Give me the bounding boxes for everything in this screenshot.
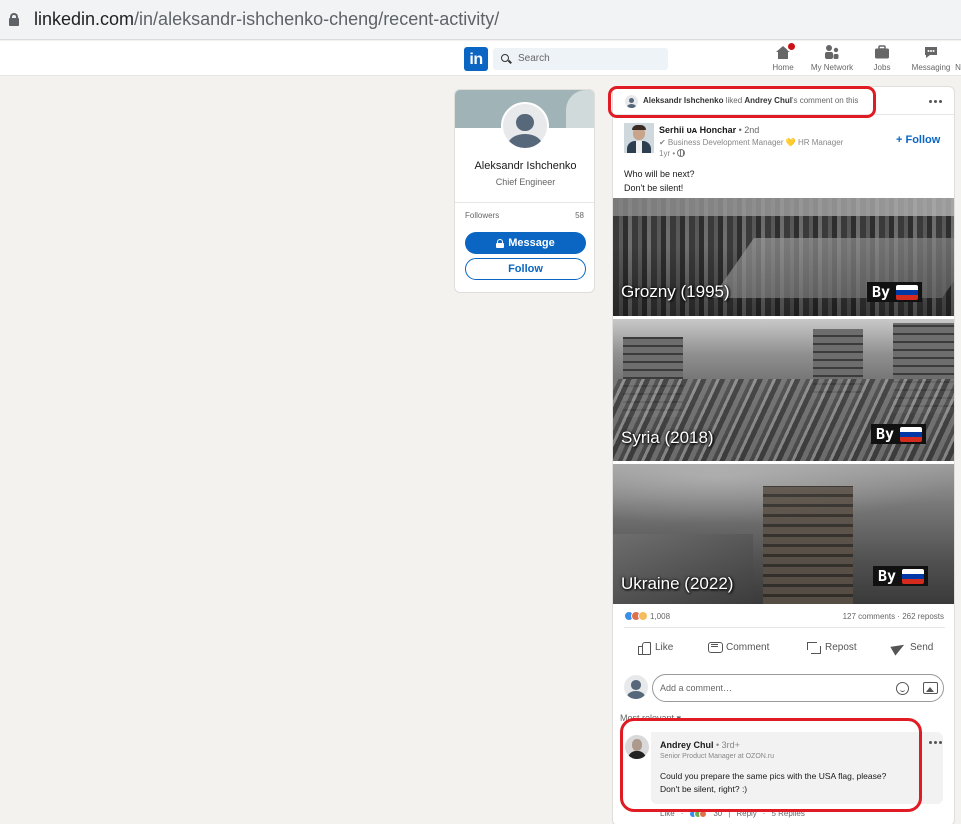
reactions-icon[interactable]	[689, 809, 708, 818]
send-icon	[892, 641, 905, 654]
comment-icon	[708, 641, 723, 654]
message-button[interactable]: Message	[465, 232, 586, 254]
comment-text: Could you prepare the same pics with the…	[660, 771, 887, 794]
russian-flag-icon	[902, 568, 925, 584]
briefcase-icon	[874, 44, 890, 60]
comment-placeholder: Add a comment…	[660, 683, 733, 693]
emoji-icon[interactable]	[896, 682, 909, 695]
top-nav: in Search Home My Network Jobs Messaging…	[0, 41, 961, 76]
image-tag: By	[873, 566, 929, 586]
like-icon	[637, 641, 651, 655]
post-actions: Like Comment Repost Send	[613, 638, 954, 660]
search-placeholder: Search	[518, 53, 550, 64]
comment: Andrey Chul • 3rd+ Senior Product Manage…	[651, 732, 943, 804]
post-author-headline: ✔ Business Development Manager 💛 HR Mana…	[659, 138, 844, 147]
replies-count[interactable]: 5 Replies	[771, 809, 804, 818]
profile-card: Aleksandr Ishchenko Chief Engineer Follo…	[454, 89, 595, 293]
lock-icon	[496, 238, 505, 248]
commenter-headline: Senior Product Manager at OZON.ru	[660, 753, 774, 760]
more-options-icon[interactable]	[929, 100, 942, 103]
home-icon	[775, 41, 797, 60]
post-image[interactable]: Grozny (1995) By	[613, 198, 954, 316]
image-caption: Ukraine (2022)	[621, 574, 734, 593]
nav-messaging[interactable]: Messaging	[909, 44, 953, 74]
image-tag: By	[867, 282, 923, 302]
repost-icon	[807, 641, 821, 654]
comment-button[interactable]: Comment	[708, 641, 769, 654]
post-image[interactable]: Syria (2018) By	[613, 319, 954, 461]
nav-jobs[interactable]: Jobs	[868, 44, 896, 74]
comment-more-icon[interactable]	[929, 741, 942, 744]
viewer-avatar	[624, 675, 648, 699]
comments-reposts-count[interactable]: 127 comments · 262 reposts	[843, 612, 944, 621]
linkedin-logo[interactable]: in	[464, 47, 488, 71]
repost-button[interactable]: Repost	[807, 641, 857, 654]
like-button[interactable]: Like	[637, 641, 673, 655]
profile-title: Chief Engineer	[495, 177, 556, 187]
comment-like-button[interactable]: Like	[660, 809, 675, 818]
post-stats: 1,008 127 comments · 262 reposts	[613, 609, 954, 625]
commenter-name[interactable]: Andrey Chul • 3rd+	[660, 740, 740, 750]
network-icon	[824, 44, 840, 60]
post-author-name[interactable]: Serhii ᴜᴀ Honchar • 2nd	[659, 125, 759, 135]
browser-address-bar[interactable]: linkedin.com/in/aleksandr-ishchenko-chen…	[0, 0, 961, 40]
globe-icon	[677, 149, 686, 157]
divider	[455, 202, 594, 203]
follow-button[interactable]: Follow	[465, 258, 586, 280]
activity-header: Aleksandr Ishchenko liked Andrey Chul's …	[613, 87, 954, 115]
nav-home[interactable]: Home	[770, 41, 797, 74]
commenter-avatar[interactable]	[625, 735, 649, 759]
image-caption: Syria (2018)	[621, 428, 714, 447]
followers-count: 58	[575, 211, 584, 220]
reply-button[interactable]: Reply	[736, 809, 756, 818]
image-icon[interactable]	[923, 682, 938, 694]
russian-flag-icon	[896, 284, 919, 300]
search-input[interactable]: Search	[493, 48, 668, 70]
messaging-icon	[923, 44, 939, 60]
image-caption: Grozny (1995)	[621, 282, 730, 301]
nav-my-network[interactable]: My Network	[806, 44, 858, 74]
russian-flag-icon	[900, 426, 923, 442]
author-avatar[interactable]	[624, 123, 654, 153]
sort-dropdown[interactable]: Most relevant ▾	[620, 713, 681, 724]
profile-avatar[interactable]	[501, 102, 549, 150]
image-tag: By	[871, 424, 927, 444]
reactions-count[interactable]: 1,008	[650, 612, 670, 621]
comment-footer: Like · 30 | Reply · 5 Replies	[660, 809, 805, 818]
divider	[624, 627, 945, 628]
post-image[interactable]: Ukraine (2022) By	[613, 464, 954, 604]
notification-badge	[786, 41, 797, 52]
lock-icon	[9, 13, 19, 26]
comment-input[interactable]: Add a comment…	[652, 674, 944, 702]
followers-label: Followers	[465, 211, 500, 220]
profile-name[interactable]: Aleksandr Ishchenko	[455, 160, 594, 172]
feed-post-card: Aleksandr Ishchenko liked Andrey Chul's …	[612, 86, 955, 824]
reactions-icon[interactable]	[624, 611, 648, 621]
avatar	[625, 95, 638, 108]
follow-author-button[interactable]: + Follow	[896, 134, 940, 146]
post-timestamp: 1yr •	[659, 149, 686, 158]
activity-text: Aleksandr Ishchenko liked Andrey Chul's …	[643, 96, 859, 105]
nav-more[interactable]: N	[955, 44, 961, 74]
comment-reaction-count[interactable]: 30	[713, 809, 722, 818]
url-text[interactable]: linkedin.com/in/aleksandr-ishchenko-chen…	[34, 9, 499, 30]
send-button[interactable]: Send	[892, 641, 933, 654]
post-text: Who will be next? Don't be silent!	[624, 169, 695, 193]
search-icon	[501, 54, 509, 62]
